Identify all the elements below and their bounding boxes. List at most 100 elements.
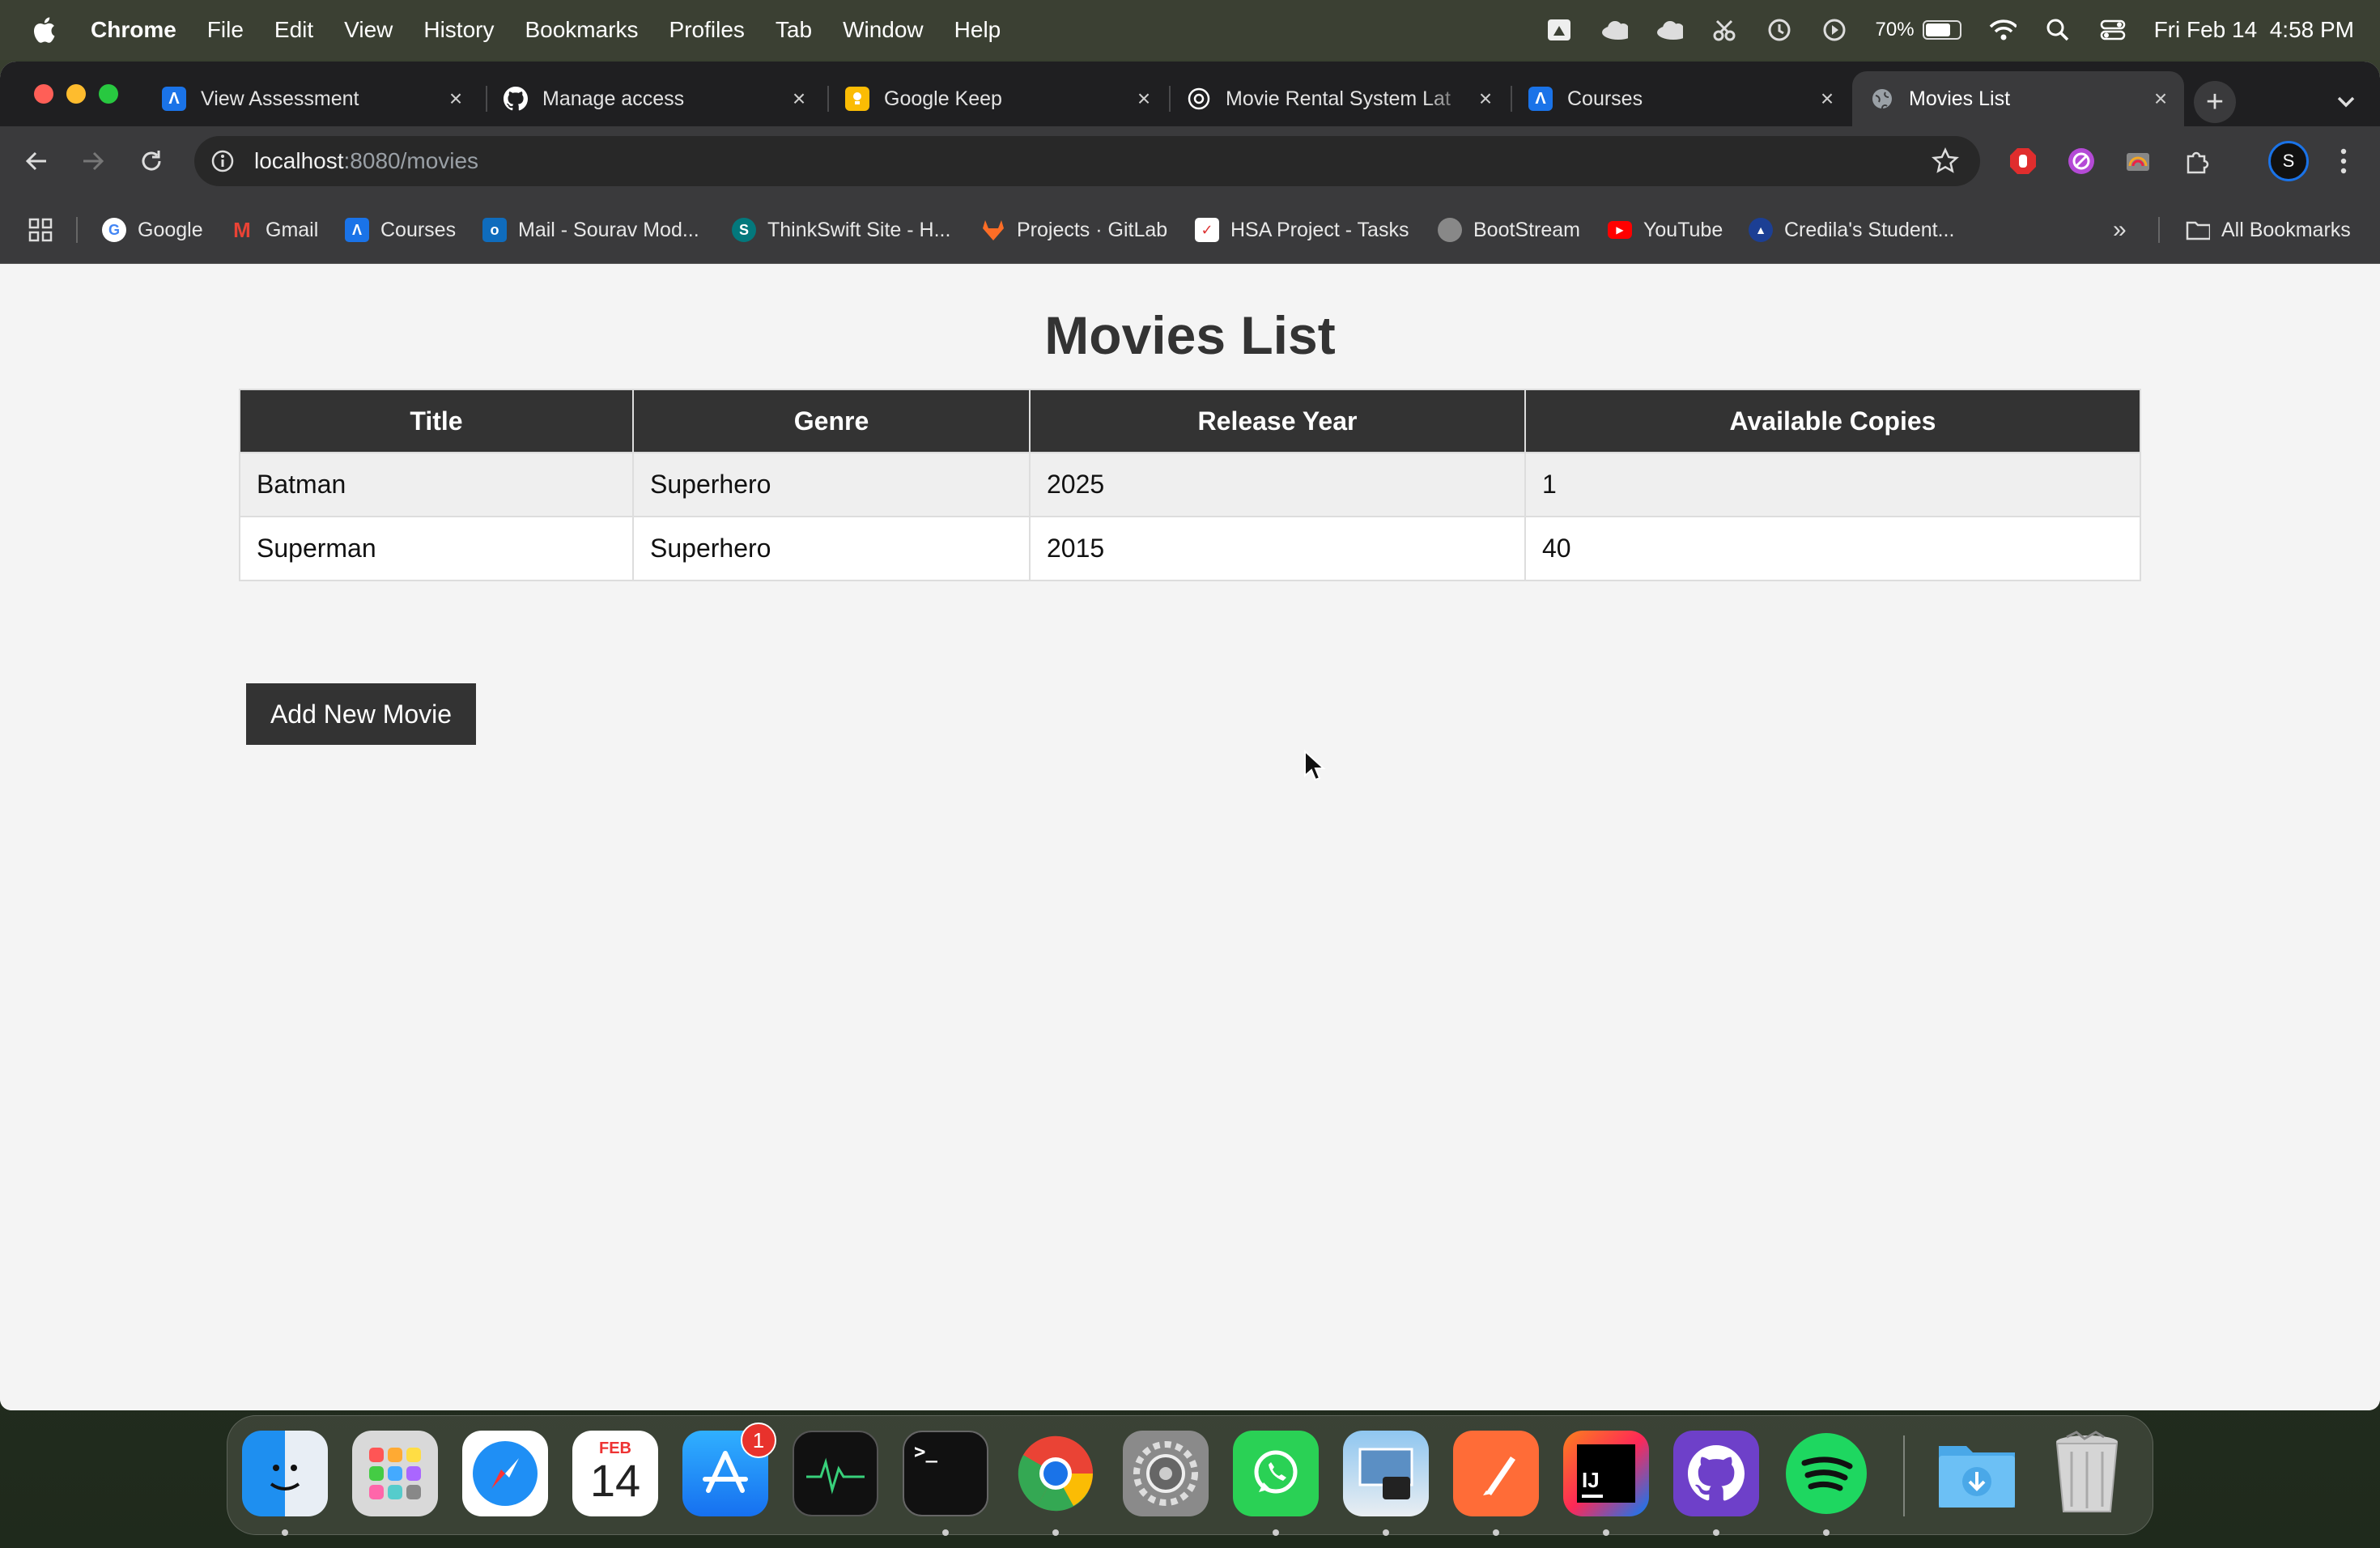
gitlab-icon [981, 218, 1005, 242]
add-new-movie-button[interactable]: Add New Movie [246, 683, 476, 745]
system-settings-icon[interactable] [1123, 1431, 1209, 1516]
play-circle-icon[interactable] [1821, 16, 1848, 44]
preview-icon[interactable] [1343, 1431, 1429, 1516]
whatsapp-icon[interactable] [1233, 1431, 1319, 1516]
astra-icon: Λ [162, 87, 186, 111]
tasks-icon: ✓ [1195, 218, 1219, 242]
bookmark-label: YouTube [1643, 218, 1723, 241]
youtube-icon: ▶ [1608, 221, 1632, 239]
bookmark-credila[interactable]: ▲ Credila's Student... [1749, 196, 1954, 264]
cloud-icon[interactable] [1600, 16, 1628, 44]
calendar-icon[interactable]: FEB 14 [572, 1431, 658, 1516]
cell-available-copies: 1 [1524, 452, 2141, 517]
battery-status[interactable]: 70% [1876, 19, 1961, 41]
profile-avatar[interactable]: S [2268, 141, 2309, 181]
bookmark-courses[interactable]: Λ Courses [345, 196, 456, 264]
bookmark-bootstream[interactable]: BootStream [1438, 196, 1580, 264]
menu-file[interactable]: File [207, 17, 244, 43]
rainbow-extension-icon[interactable] [2121, 144, 2155, 178]
menu-window[interactable]: Window [843, 17, 924, 43]
terminal-prompt: >_ [914, 1440, 937, 1463]
github-desktop-icon[interactable] [1673, 1431, 1759, 1516]
close-tab-icon[interactable]: × [1815, 86, 1839, 111]
tab-google-keep[interactable]: Google Keep × [827, 71, 1167, 126]
astra-icon: Λ [345, 218, 369, 242]
apps-grid-icon[interactable] [28, 196, 53, 264]
apple-menu-icon[interactable] [28, 14, 60, 46]
tab-courses[interactable]: Λ Courses × [1511, 71, 1851, 126]
tab-view-assessment[interactable]: Λ View Assessment × [144, 71, 479, 126]
all-bookmarks-folder[interactable]: All Bookmarks [2186, 196, 2351, 264]
downloads-folder-icon[interactable] [1934, 1431, 2020, 1516]
control-center-icon[interactable] [2099, 16, 2127, 44]
bookmark-google[interactable]: G Google [102, 196, 203, 264]
time-machine-icon[interactable] [1766, 16, 1793, 44]
spotify-icon[interactable] [1783, 1431, 1869, 1516]
menubar-clock[interactable]: Fri Feb 14 4:58 PM [2154, 17, 2354, 43]
chrome-icon[interactable] [1013, 1431, 1099, 1516]
site-info-icon[interactable] [209, 147, 236, 175]
close-tab-icon[interactable]: × [1132, 86, 1156, 111]
safari-icon[interactable] [462, 1431, 548, 1516]
address-bar[interactable]: localhost:8080/movies [194, 136, 1980, 186]
new-tab-button[interactable]: + [2194, 81, 2236, 123]
bookmark-star-icon[interactable] [1932, 147, 1959, 175]
running-indicator [1273, 1529, 1279, 1536]
adblock-extension-icon[interactable] [2006, 144, 2040, 178]
tab-title: Movies List [1909, 87, 2011, 110]
launchpad-icon[interactable] [352, 1431, 438, 1516]
bookmark-youtube[interactable]: ▶ YouTube [1608, 196, 1723, 264]
wifi-icon[interactable] [1989, 16, 2017, 44]
back-button[interactable] [18, 142, 55, 180]
running-indicator [1603, 1529, 1609, 1536]
postman-icon[interactable] [1453, 1431, 1539, 1516]
page-title: Movies List [1044, 305, 1336, 365]
bookmark-gitlab[interactable]: Projects · GitLab [981, 196, 1167, 264]
terminal-icon[interactable]: >_ [903, 1431, 988, 1516]
close-tab-icon[interactable]: × [787, 86, 811, 111]
bookmark-mail-sourav[interactable]: o Mail - Sourav Mod... [482, 196, 699, 264]
trash-icon[interactable] [2044, 1431, 2130, 1516]
menu-help[interactable]: Help [954, 17, 1001, 43]
icloud-icon[interactable] [1655, 16, 1683, 44]
folder-icon [2186, 218, 2210, 242]
intellij-label: IJ [1582, 1468, 1600, 1492]
reload-button[interactable] [133, 142, 170, 180]
bookmark-hsa-project[interactable]: ✓ HSA Project - Tasks [1195, 196, 1409, 264]
menu-history[interactable]: History [423, 17, 494, 43]
close-tab-icon[interactable]: × [2148, 86, 2173, 111]
blocker-extension-icon[interactable] [2064, 144, 2098, 178]
bookmark-label: ThinkSwift Site - H... [767, 218, 951, 241]
zoom-window-button[interactable] [99, 84, 118, 104]
spotlight-search-icon[interactable] [2044, 16, 2072, 44]
minimize-window-button[interactable] [66, 84, 86, 104]
tab-movie-rental-system[interactable]: Movie Rental System Lat × [1169, 71, 1509, 126]
url-text[interactable]: localhost:8080/movies [254, 148, 478, 174]
menu-app-name[interactable]: Chrome [91, 17, 176, 43]
menu-edit[interactable]: Edit [274, 17, 313, 43]
scissors-icon[interactable] [1711, 16, 1738, 44]
menu-tab[interactable]: Tab [776, 17, 812, 43]
drive-icon[interactable] [1545, 16, 1573, 44]
tab-manage-access[interactable]: Manage access × [486, 71, 822, 126]
menu-profiles[interactable]: Profiles [669, 17, 745, 43]
bookmark-divider [2158, 217, 2160, 243]
activity-monitor-icon[interactable] [793, 1431, 878, 1516]
extensions-puzzle-icon[interactable] [2181, 144, 2215, 178]
close-window-button[interactable] [34, 84, 53, 104]
tab-movies-list[interactable]: Movies List × [1852, 71, 2184, 126]
close-tab-icon[interactable]: × [1473, 86, 1498, 111]
bookmark-gmail[interactable]: M Gmail [230, 196, 318, 264]
app-store-icon[interactable]: 1 [682, 1423, 776, 1516]
forward-button[interactable] [74, 142, 112, 180]
tab-search-chevron-icon[interactable] [2328, 84, 2364, 120]
finder-icon[interactable] [242, 1431, 328, 1516]
chrome-menu-kebab-icon[interactable] [2327, 144, 2361, 178]
close-tab-icon[interactable]: × [444, 86, 468, 111]
bookmark-thinkswift[interactable]: S ThinkSwift Site - H... [732, 196, 950, 264]
menu-bookmarks[interactable]: Bookmarks [525, 17, 638, 43]
intellij-icon[interactable]: IJ [1563, 1431, 1649, 1516]
tab-title: View Assessment [201, 87, 359, 110]
more-bookmarks-chevron-icon[interactable]: » [2113, 196, 2127, 264]
menu-view[interactable]: View [344, 17, 393, 43]
